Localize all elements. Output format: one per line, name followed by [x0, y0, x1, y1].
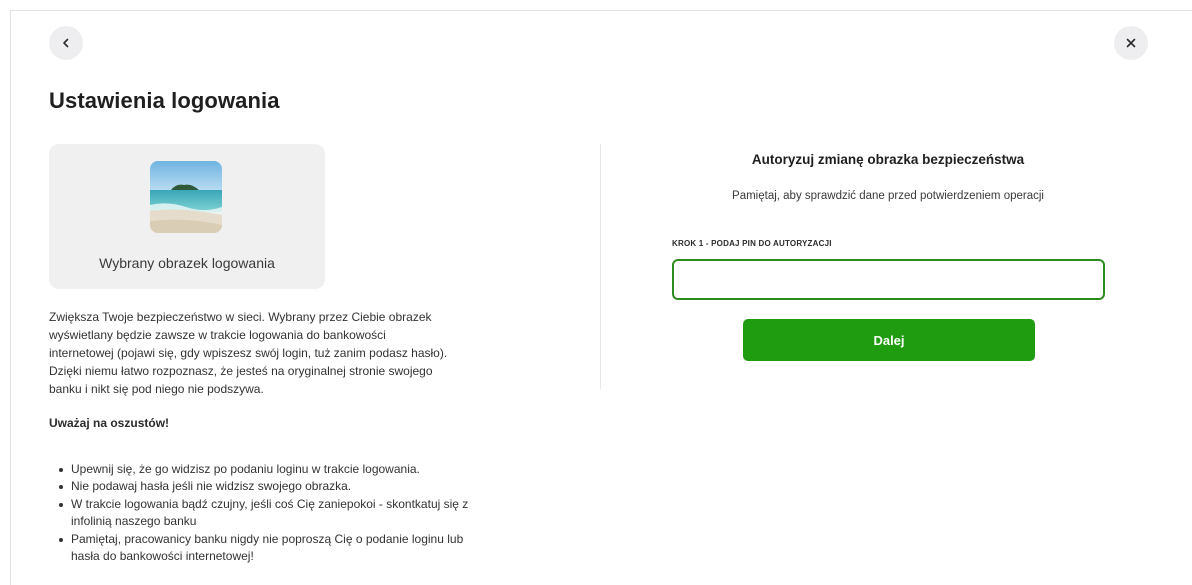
description-text: Zwiększa Twoje bezpieczeństwo w sieci. W… — [49, 310, 448, 396]
pin-step-label: KROK 1 - PODAJ PIN DO AUTORYZACJI — [672, 239, 832, 248]
close-button[interactable] — [1114, 26, 1148, 60]
security-image-caption: Wybrany obrazek logowania — [99, 255, 275, 271]
security-image-card[interactable]: Wybrany obrazek logowania — [49, 144, 325, 289]
back-button[interactable] — [49, 26, 83, 60]
next-button[interactable]: Dalej — [743, 319, 1035, 361]
vertical-divider — [600, 144, 601, 389]
close-icon — [1126, 38, 1136, 48]
chevron-left-icon — [63, 38, 69, 48]
list-item: Upewnij się, że go widzisz po podaniu lo… — [49, 461, 469, 478]
tips-list: Upewnij się, że go widzisz po podaniu lo… — [49, 461, 469, 565]
authorization-title: Autoryzuj zmianę obrazka bezpieczeństwa — [751, 152, 1025, 167]
pin-input[interactable] — [672, 259, 1105, 300]
list-item: W trakcie logowania bądź czujny, jeśli c… — [49, 496, 469, 531]
authorization-subtitle: Pamiętaj, aby sprawdzić dane przed potwi… — [732, 190, 1044, 202]
page-title: Ustawienia logowania — [49, 88, 280, 113]
warning-title: Uważaj na oszustów! — [49, 416, 170, 430]
list-item: Pamiętaj, pracowanicy banku nigdy nie po… — [49, 531, 469, 566]
security-image-thumbnail — [150, 161, 222, 233]
beach-image — [150, 161, 222, 233]
list-item: Nie podawaj hasła jeśli nie widzisz swoj… — [49, 478, 469, 495]
